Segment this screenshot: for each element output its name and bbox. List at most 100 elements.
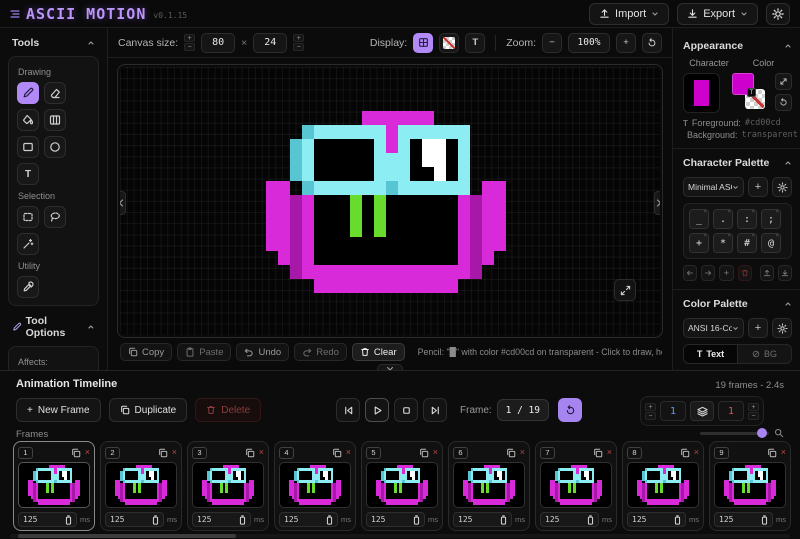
character-palette-settings-button[interactable] — [772, 177, 792, 197]
eyedropper-tool-button[interactable] — [17, 276, 39, 298]
tools-section-header[interactable]: Tools — [0, 28, 107, 56]
zoom-reset-button[interactable] — [642, 33, 662, 53]
character-button[interactable]: *× — [713, 233, 733, 253]
frame-card[interactable]: 9×125ms — [709, 441, 791, 531]
remove-character-icon[interactable]: × — [727, 209, 731, 215]
frame-card[interactable]: 7×125ms — [535, 441, 617, 531]
canvas-scroll-right-button[interactable] — [654, 191, 660, 215]
background-color-tab[interactable]: BG — [738, 345, 791, 363]
eraser-tool-button[interactable] — [44, 82, 66, 104]
delete-frame-icon[interactable]: × — [433, 448, 438, 457]
add-character-button[interactable]: + — [719, 265, 733, 281]
character-palette-preset-dropdown[interactable]: Minimal ASC — [683, 177, 744, 197]
gradient-fill-tool-button[interactable] — [44, 109, 66, 131]
previous-character-button[interactable] — [683, 265, 697, 281]
character-button[interactable]: +× — [689, 233, 709, 253]
duplicate-frame-button[interactable]: Duplicate — [109, 398, 188, 422]
frame-duration-input[interactable]: 125 — [540, 512, 599, 527]
scrollbar-thumb[interactable] — [18, 534, 236, 538]
stepper-up-button[interactable]: + — [184, 34, 195, 42]
onion-previous-count[interactable]: 1 — [660, 401, 686, 421]
duplicate-frame-icon[interactable] — [332, 448, 342, 458]
delete-frame-icon[interactable]: × — [607, 448, 612, 457]
duplicate-frame-icon[interactable] — [245, 448, 255, 458]
frame-card[interactable]: 3×125ms — [187, 441, 269, 531]
duplicate-frame-icon[interactable] — [419, 448, 429, 458]
duplicate-frame-icon[interactable] — [71, 448, 81, 458]
stop-button[interactable] — [394, 398, 418, 422]
frame-duration-input[interactable]: 125 — [714, 512, 773, 527]
ellipse-tool-button[interactable] — [44, 136, 66, 158]
character-button[interactable]: .× — [713, 209, 733, 229]
canvas-expand-button[interactable] — [614, 279, 636, 301]
delete-frame-icon[interactable]: × — [259, 448, 264, 457]
frame-duration-input[interactable]: 125 — [453, 512, 512, 527]
frame-card[interactable]: 6×125ms — [448, 441, 530, 531]
delete-frame-icon[interactable]: × — [172, 448, 177, 457]
frame-duration-input[interactable]: 125 — [192, 512, 251, 527]
delete-frame-icon[interactable]: × — [85, 448, 90, 457]
remove-character-icon[interactable]: × — [703, 209, 707, 215]
frame-card[interactable]: 4×125ms — [274, 441, 356, 531]
export-button[interactable]: Export — [677, 3, 758, 25]
stepper-up-button[interactable]: + — [748, 403, 759, 411]
magic-wand-tool-button[interactable] — [17, 233, 39, 255]
duplicate-frame-icon[interactable] — [158, 448, 168, 458]
stepper-up-button[interactable]: + — [645, 403, 656, 411]
frame-card[interactable]: 2×125ms — [100, 441, 182, 531]
remove-character-icon[interactable]: × — [751, 233, 755, 239]
onion-skin-toggle-button[interactable] — [690, 401, 714, 421]
last-frame-button[interactable] — [423, 398, 447, 422]
delete-frame-icon[interactable]: × — [520, 448, 525, 457]
text-tool-button[interactable]: T — [17, 163, 39, 185]
import-palette-button[interactable] — [760, 265, 774, 281]
slider-knob[interactable] — [757, 428, 767, 438]
frame-card[interactable]: 1×125ms — [13, 441, 95, 531]
character-button[interactable]: :× — [737, 209, 757, 229]
frames-scrollbar[interactable] — [10, 534, 790, 538]
lasso-select-tool-button[interactable] — [44, 206, 66, 228]
grid-display-toggle[interactable] — [413, 33, 433, 53]
paint-bucket-tool-button[interactable] — [17, 109, 39, 131]
pencil-tool-button[interactable] — [17, 82, 39, 104]
canvas-scroll-left-button[interactable] — [120, 191, 126, 215]
tool-options-section-header[interactable]: Tool Options — [0, 306, 107, 346]
export-palette-button[interactable] — [778, 265, 792, 281]
zoom-in-button[interactable]: + — [616, 33, 636, 53]
frame-duration-input[interactable]: 125 — [627, 512, 686, 527]
first-frame-button[interactable] — [336, 398, 360, 422]
duplicate-frame-icon[interactable] — [593, 448, 603, 458]
frame-duration-input[interactable]: 125 — [366, 512, 425, 527]
stepper-down-button[interactable]: − — [645, 412, 656, 420]
delete-frame-icon[interactable]: × — [694, 448, 699, 457]
stepper-down-button[interactable]: − — [184, 43, 195, 51]
character-button[interactable]: @× — [761, 233, 781, 253]
selected-character-preview[interactable] — [683, 73, 720, 113]
add-color-palette-button[interactable]: + — [748, 318, 768, 338]
transparency-display-toggle[interactable] — [439, 33, 459, 53]
color-palette-settings-button[interactable] — [772, 318, 792, 338]
remove-character-icon[interactable]: × — [727, 233, 731, 239]
delete-frame-icon[interactable]: × — [346, 448, 351, 457]
onion-next-count[interactable]: 1 — [718, 401, 744, 421]
play-button[interactable] — [365, 398, 389, 422]
remove-character-icon[interactable]: × — [751, 209, 755, 215]
rectangle-select-tool-button[interactable] — [17, 206, 39, 228]
duplicate-frame-icon[interactable] — [767, 448, 777, 458]
text-color-tab[interactable]: T Text — [684, 345, 738, 363]
redo-button[interactable]: Redo — [294, 343, 347, 361]
copy-button[interactable]: Copy — [120, 343, 172, 361]
frame-card[interactable]: 8×125ms — [622, 441, 704, 531]
add-character-palette-button[interactable]: + — [748, 177, 768, 197]
character-display-toggle[interactable]: T — [465, 33, 485, 53]
duplicate-frame-icon[interactable] — [506, 448, 516, 458]
next-character-button[interactable] — [701, 265, 715, 281]
duplicate-frame-icon[interactable] — [680, 448, 690, 458]
stepper-down-button[interactable]: − — [293, 43, 304, 51]
remove-character-icon[interactable]: × — [703, 233, 707, 239]
stepper-up-button[interactable]: + — [293, 34, 304, 42]
foreground-color-swatch[interactable]: T — [732, 73, 754, 95]
color-palette-section-header[interactable]: Color Palette — [683, 292, 792, 316]
frame-duration-input[interactable]: 125 — [105, 512, 164, 527]
character-palette-section-header[interactable]: Character Palette — [683, 151, 792, 175]
